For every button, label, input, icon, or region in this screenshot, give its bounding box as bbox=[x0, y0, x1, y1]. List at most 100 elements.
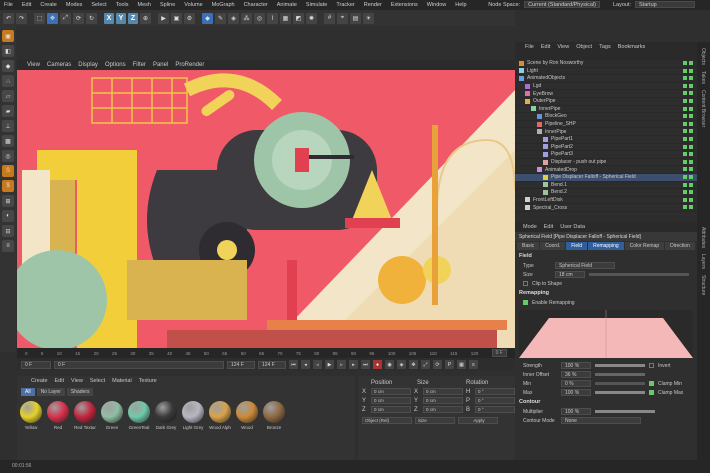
side-tab-structure[interactable]: Structure bbox=[700, 275, 706, 295]
object-tree-row[interactable]: InnerPipe bbox=[515, 106, 697, 114]
size-field[interactable]: 18 cm bbox=[555, 271, 585, 278]
attribute-menu-user-data[interactable]: User Data bbox=[560, 224, 585, 230]
side-tab-objects[interactable]: Objects bbox=[700, 48, 706, 65]
viewport-menu-view[interactable]: View bbox=[27, 62, 40, 68]
rotation-field[interactable]: 0 ° bbox=[475, 388, 515, 395]
object-tree-row[interactable]: Pipe Displacer Falloff - Spherical Field bbox=[515, 173, 697, 182]
material-menu-texture[interactable]: Texture bbox=[139, 378, 157, 384]
coordinate-system-icon[interactable]: ⊕ bbox=[140, 12, 151, 24]
side-tab-layers[interactable]: Layers bbox=[700, 254, 706, 269]
object-tree-row[interactable]: InnerPipe bbox=[515, 128, 697, 136]
locked-workplane-icon[interactable]: ⊞ bbox=[2, 195, 14, 207]
inner-offset-field[interactable]: 36 % bbox=[561, 371, 591, 378]
visibility-icon[interactable] bbox=[683, 76, 687, 81]
strength-field[interactable]: 100 % bbox=[561, 362, 591, 369]
object-tree-row[interactable]: FrontLeftDisk bbox=[515, 197, 697, 205]
tab-no-layer[interactable]: No Layer bbox=[36, 388, 65, 396]
max-frame-field[interactable]: 124 F bbox=[227, 360, 255, 369]
deformer-icon[interactable]: ⌇ bbox=[267, 12, 278, 24]
visibility-icon[interactable] bbox=[683, 197, 687, 202]
tab-direction[interactable]: Direction bbox=[665, 242, 695, 250]
object-tree-row[interactable]: OuterPipe bbox=[515, 98, 697, 106]
menu-select[interactable]: Select bbox=[91, 2, 106, 8]
cloner-icon[interactable]: ⁂ bbox=[241, 12, 252, 24]
next-key-icon[interactable]: ▸ bbox=[349, 360, 358, 369]
menu-character[interactable]: Character bbox=[244, 2, 268, 8]
object-menu-file[interactable]: File bbox=[525, 44, 534, 50]
enabled-check-icon[interactable] bbox=[689, 152, 693, 157]
enabled-check-icon[interactable] bbox=[689, 190, 693, 195]
snap-icon[interactable]: ⌖ bbox=[337, 12, 348, 24]
visibility-icon[interactable] bbox=[683, 167, 687, 172]
visibility-icon[interactable] bbox=[683, 205, 687, 210]
contour-mode-dropdown[interactable]: None bbox=[561, 417, 641, 424]
visibility-icon[interactable] bbox=[683, 68, 687, 73]
clip-checkbox[interactable] bbox=[523, 281, 528, 286]
rotate-icon[interactable]: ⟳ bbox=[73, 12, 84, 24]
snapping-icon[interactable]: S bbox=[2, 165, 14, 177]
material-item[interactable]: Green bbox=[100, 401, 124, 430]
object-tree-row[interactable]: EyeBrow bbox=[515, 90, 697, 98]
menu-extensions[interactable]: Extensions bbox=[391, 2, 418, 8]
object-menu-tags[interactable]: Tags bbox=[599, 44, 611, 50]
size-field[interactable]: 0 cm bbox=[423, 388, 463, 395]
viewport-menu-prorender[interactable]: ProRender bbox=[175, 62, 204, 68]
enabled-check-icon[interactable] bbox=[689, 98, 693, 103]
make-editable-icon[interactable]: ▣ bbox=[2, 30, 14, 42]
max-slider[interactable] bbox=[595, 391, 645, 394]
position-field[interactable]: 0 cm bbox=[371, 397, 411, 404]
viewport-menu-display[interactable]: Display bbox=[78, 62, 98, 68]
render-picture-viewer-icon[interactable]: ▣ bbox=[171, 12, 182, 24]
material-item[interactable]: GreenTeal bbox=[127, 401, 151, 430]
position-field[interactable]: 0 cm bbox=[371, 388, 411, 395]
axis-mode-icon[interactable]: ⊥ bbox=[2, 120, 14, 132]
material-item[interactable]: Yellow bbox=[19, 401, 43, 430]
enabled-check-icon[interactable] bbox=[689, 144, 693, 149]
field-icon[interactable]: ◎ bbox=[254, 12, 265, 24]
soft-selection-icon[interactable]: ◐ bbox=[2, 210, 14, 222]
menu-volume[interactable]: Volume bbox=[184, 2, 202, 8]
max-field[interactable]: 100 % bbox=[561, 389, 591, 396]
object-menu-bookmarks[interactable]: Bookmarks bbox=[618, 44, 646, 50]
material-menu-view[interactable]: View bbox=[71, 378, 83, 384]
object-tree-row[interactable]: PipePart1 bbox=[515, 136, 697, 144]
material-menu-material[interactable]: Material bbox=[112, 378, 132, 384]
enable-remap-checkbox[interactable] bbox=[523, 300, 528, 305]
tab-all[interactable]: All bbox=[21, 388, 35, 396]
prev-key-icon[interactable]: ◂ bbox=[301, 360, 310, 369]
visibility-icon[interactable] bbox=[683, 91, 687, 96]
clamp-min-checkbox[interactable] bbox=[649, 381, 654, 386]
side-tab-takes[interactable]: Takes bbox=[700, 71, 706, 84]
move-icon[interactable]: ✥ bbox=[47, 12, 58, 24]
cube-icon[interactable]: ◆ bbox=[202, 12, 213, 24]
tab-shaders[interactable]: Shaders bbox=[66, 388, 94, 396]
menu-spline[interactable]: Spline bbox=[160, 2, 175, 8]
visibility-icon[interactable] bbox=[683, 114, 687, 119]
visibility-icon[interactable] bbox=[683, 106, 687, 111]
enabled-check-icon[interactable] bbox=[689, 91, 693, 96]
planar-workplane-icon[interactable]: ⊟ bbox=[2, 225, 14, 237]
recent-tool-icon[interactable]: ↻ bbox=[86, 12, 97, 24]
object-menu-object[interactable]: Object bbox=[576, 44, 592, 50]
object-tree-row[interactable]: Displacer - push out pipe bbox=[515, 159, 697, 167]
prev-frame-icon[interactable]: ◃ bbox=[313, 360, 322, 369]
enabled-check-icon[interactable] bbox=[689, 197, 693, 202]
visibility-icon[interactable] bbox=[683, 121, 687, 126]
workplane-icon[interactable]: ▤ bbox=[350, 12, 361, 24]
points-mode-icon[interactable]: ∴ bbox=[2, 75, 14, 87]
enabled-check-icon[interactable] bbox=[689, 129, 693, 134]
position-field[interactable]: 0 cm bbox=[371, 406, 411, 413]
layout-dropdown[interactable]: Startup bbox=[635, 1, 695, 8]
end-frame-field[interactable]: 0 F bbox=[491, 349, 507, 357]
object-tree-row[interactable]: BlockGeo bbox=[515, 113, 697, 121]
side-tab-content-browser[interactable]: Content Browser bbox=[700, 90, 706, 127]
pla-key-icon[interactable]: ▦ bbox=[457, 360, 466, 369]
current-frame-field[interactable]: 0 F bbox=[54, 360, 224, 369]
edges-mode-icon[interactable]: ▱ bbox=[2, 90, 14, 102]
object-tree-row[interactable]: Bend.2 bbox=[515, 189, 697, 197]
min-field[interactable]: 0 % bbox=[561, 380, 591, 387]
x-axis-lock-button[interactable]: X bbox=[104, 12, 114, 24]
play-icon[interactable]: ▶ bbox=[325, 360, 334, 369]
quantize-icon[interactable]: $ bbox=[2, 180, 14, 192]
menu-file[interactable]: File bbox=[4, 2, 13, 8]
